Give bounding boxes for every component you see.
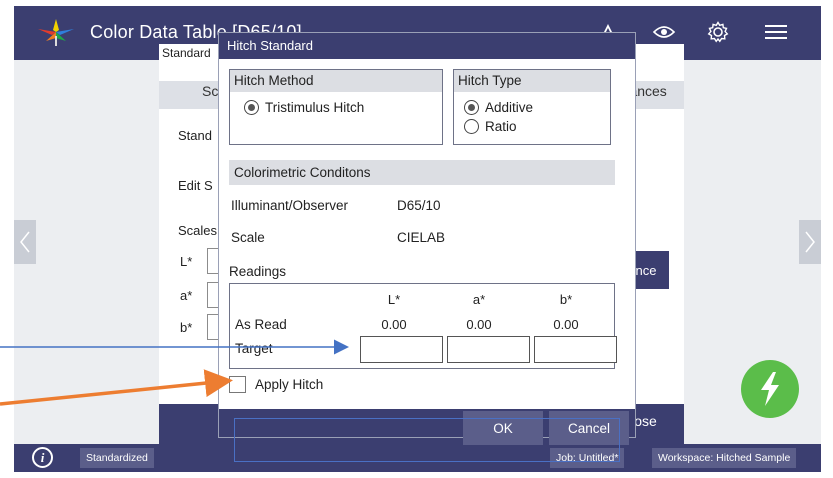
illuminant-observer-value: D65/10 [397, 198, 441, 213]
bg-label-scales: Scales [178, 223, 218, 238]
dialog-title: Hitch Standard [219, 33, 635, 59]
bg-label-b: b* [180, 320, 193, 335]
app-window: Color Data Table [D65/10] Standard Sc er… [14, 6, 821, 472]
scale-value: CIELAB [397, 230, 446, 245]
target-a-input[interactable] [447, 336, 530, 363]
bg-label-edit: Edit S [178, 178, 213, 193]
hitch-method-heading: Hitch Method [230, 70, 442, 92]
radio-tristimulus-hitch[interactable]: Tristimulus Hitch [244, 100, 364, 115]
tab-left[interactable]: Sc [202, 83, 218, 99]
next-arrow-icon[interactable] [799, 220, 821, 264]
column-b-header: b* [559, 292, 573, 307]
info-icon[interactable]: i [32, 447, 53, 468]
hitch-standard-dialog: Hitch Standard Hitch Method Tristimulus … [218, 32, 636, 445]
lightning-icon [761, 372, 779, 406]
bg-label-l: L* [180, 254, 193, 269]
target-label: Target [235, 341, 273, 356]
workspace-status: Workspace: Hitched Sample [652, 448, 797, 468]
radio-unselected-icon[interactable] [464, 119, 479, 134]
radio-selected-icon[interactable] [244, 100, 259, 115]
radio-tristimulus-label: Tristimulus Hitch [265, 100, 365, 115]
target-l-input[interactable] [360, 336, 443, 363]
hitch-method-group: Hitch Method Tristimulus Hitch [229, 69, 443, 145]
measure-lightning-button[interactable] [741, 360, 799, 418]
apply-hitch-checkbox[interactable] [229, 376, 246, 393]
as-read-l-value: 0.00 [381, 317, 407, 332]
column-l-header: L* [387, 292, 401, 307]
eye-icon[interactable] [650, 18, 678, 46]
bg-label-standard: Stand [178, 128, 212, 143]
radio-selected-icon[interactable] [464, 100, 479, 115]
previous-arrow-icon[interactable] [14, 220, 36, 264]
annotation-outline-box [234, 418, 620, 462]
color-wheel-logo-icon [36, 17, 76, 47]
column-a-header: a* [472, 292, 486, 307]
apply-hitch-label: Apply Hitch [255, 377, 324, 392]
illuminant-observer-label: Illuminant/Observer [231, 198, 349, 213]
hitch-type-group: Hitch Type Additive Ratio [453, 69, 611, 145]
radio-ratio-label: Ratio [485, 119, 517, 134]
menu-icon[interactable] [762, 18, 790, 46]
as-read-label: As Read [235, 317, 287, 332]
scale-label: Scale [231, 230, 265, 245]
hitch-type-heading: Hitch Type [454, 70, 610, 92]
gear-icon[interactable] [704, 18, 732, 46]
colorimetric-heading: Colorimetric Conditons [229, 160, 615, 185]
as-read-a-value: 0.00 [466, 317, 492, 332]
standardized-status: Standardized [80, 448, 154, 468]
target-b-input[interactable] [534, 336, 617, 363]
readings-heading: Readings [229, 264, 287, 279]
bg-label-a: a* [180, 288, 193, 303]
radio-ratio[interactable]: Ratio [464, 119, 517, 134]
radio-additive[interactable]: Additive [464, 100, 533, 115]
as-read-b-value: 0.00 [553, 317, 579, 332]
standard-panel-title: Standard [162, 46, 211, 60]
radio-additive-label: Additive [485, 100, 534, 115]
